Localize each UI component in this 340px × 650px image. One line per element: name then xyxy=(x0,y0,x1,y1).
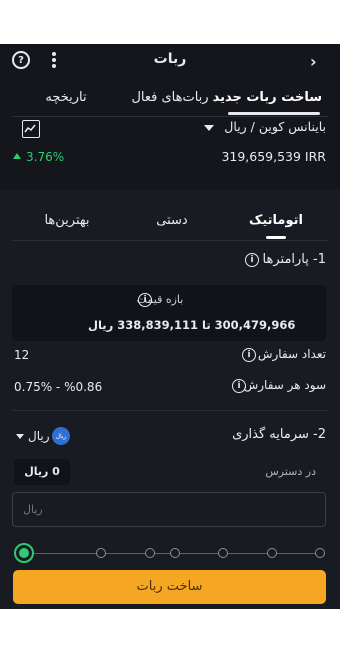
mode-tab-indicator xyxy=(266,236,286,239)
params-title: 1- پارامترها xyxy=(262,252,326,267)
arrow-up-icon xyxy=(13,153,21,159)
slider-stop[interactable] xyxy=(315,548,325,558)
bottom-area xyxy=(0,609,340,650)
page-title: ربات xyxy=(153,51,187,67)
slider-stop[interactable] xyxy=(96,548,106,558)
tab-history[interactable]: تاریخچه xyxy=(34,90,98,105)
more-menu-icon[interactable] xyxy=(52,52,56,68)
tab-automatic[interactable]: اتوماتیک xyxy=(244,213,308,228)
divider xyxy=(12,410,328,411)
market-pair[interactable]: باینانس کوین / ریال xyxy=(220,119,326,134)
help-icon[interactable]: ? xyxy=(12,51,30,69)
invest-title: 2- سرمایه گذاری xyxy=(232,427,326,442)
divider xyxy=(12,240,328,241)
range-separator: تا xyxy=(202,318,211,332)
chart-icon[interactable] xyxy=(22,120,40,138)
available-label: در دسترس xyxy=(265,465,316,478)
tab-new-bot[interactable]: ساخت ربات جدید xyxy=(213,90,322,105)
info-icon[interactable]: i xyxy=(245,253,259,267)
price-change: 3.76% xyxy=(26,150,65,164)
range-to: 338,839,111 xyxy=(117,318,199,332)
amount-input[interactable] xyxy=(12,492,326,527)
profit-value: 0.75% - %0.86 xyxy=(14,380,103,394)
order-count-label: تعداد سفارش xyxy=(257,347,326,361)
slider-stop[interactable] xyxy=(170,548,180,558)
slider-thumb[interactable] xyxy=(14,543,34,563)
slider-stop[interactable] xyxy=(145,548,155,558)
info-icon[interactable]: i xyxy=(138,293,152,307)
rial-badge-icon: ریال xyxy=(52,427,70,445)
market-price: 319,659,539 IRR xyxy=(221,149,326,164)
available-value: 0 ریال xyxy=(24,465,60,478)
create-bot-button-label: ساخت ربات xyxy=(136,579,203,594)
currency-selector[interactable]: ریال xyxy=(28,429,50,443)
tab-manual[interactable]: دستی xyxy=(150,213,194,228)
tab-active-bots[interactable]: ربات‌های فعال xyxy=(130,90,210,105)
chevron-right-icon[interactable]: › xyxy=(310,52,317,71)
divider xyxy=(12,116,328,117)
info-icon[interactable]: i xyxy=(242,348,256,362)
order-count-value: 12 xyxy=(14,348,30,362)
chevron-down-icon[interactable] xyxy=(16,434,24,439)
tab-best[interactable]: بهترین‌ها xyxy=(34,213,100,228)
chevron-down-icon[interactable] xyxy=(204,125,214,131)
status-area xyxy=(0,0,340,44)
range-from: 300,479,966 xyxy=(214,318,296,332)
range-unit: ریال xyxy=(88,318,114,332)
profit-label: سود هر سفارش xyxy=(243,378,326,392)
tab-indicator xyxy=(228,112,320,115)
slider-stop[interactable] xyxy=(267,548,277,558)
price-range-values: ریال 338,839,111 تا 300,479,966 xyxy=(88,318,295,332)
slider-stop[interactable] xyxy=(218,548,228,558)
